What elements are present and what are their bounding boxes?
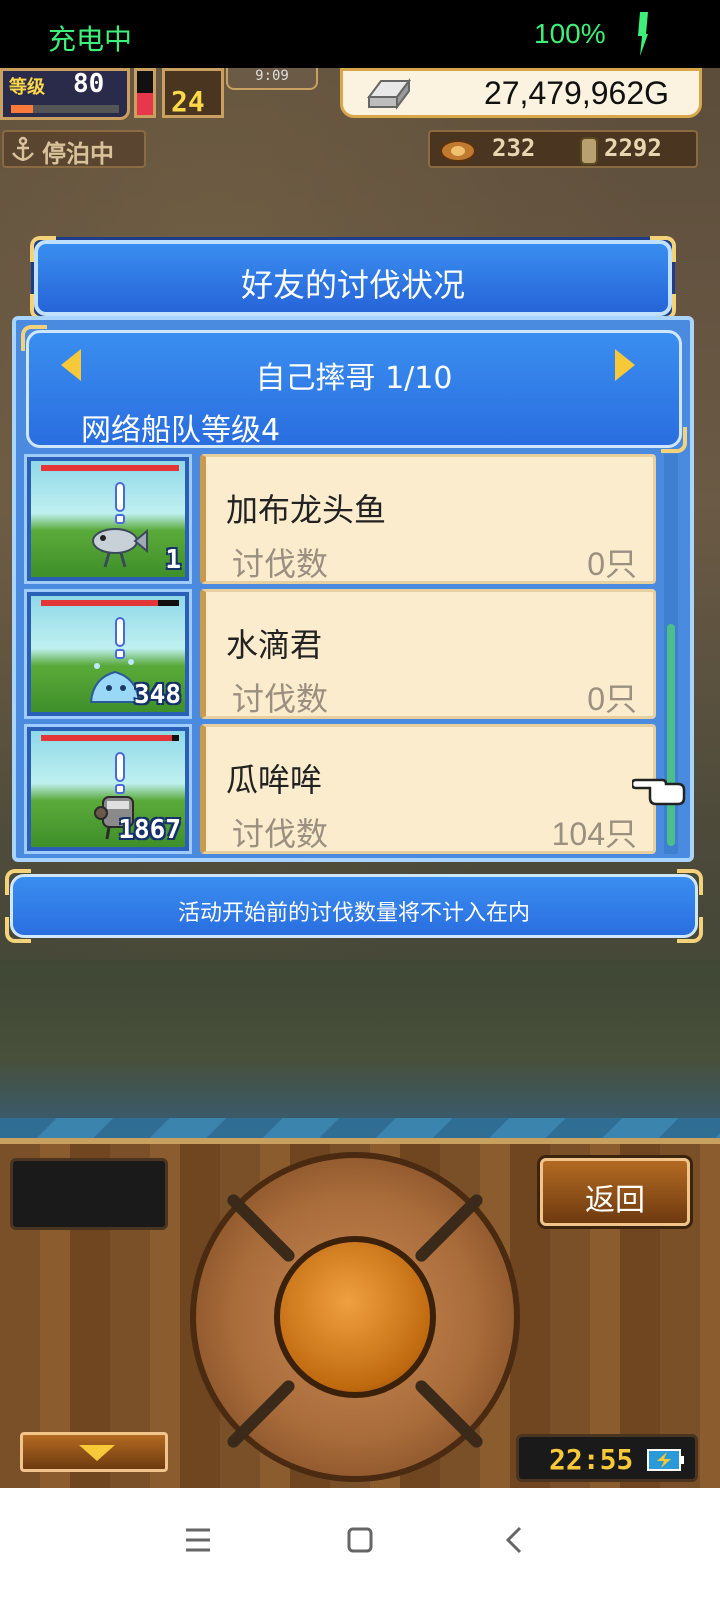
silver-ingot-icon — [367, 78, 411, 110]
controller-panel: 返回 22:55 — [0, 1138, 720, 1488]
resources-panel: 232 2292 — [428, 130, 698, 168]
action-button[interactable] — [274, 1236, 436, 1398]
level-progress-bar — [11, 105, 119, 113]
days-value: 24 — [171, 85, 205, 118]
resource-2-value: 2292 — [604, 134, 662, 162]
kill-count-value: 104只 — [551, 816, 637, 852]
charging-status: 充电中 — [48, 23, 133, 56]
fleet-level: 网络船队等级4 — [81, 413, 281, 448]
monster-hp-bar — [41, 735, 179, 741]
kill-count-value: 0只 — [587, 546, 637, 582]
dial-spoke — [224, 1191, 298, 1265]
dragonhead-fish-sprite-icon — [92, 528, 148, 568]
dial-spoke — [224, 1377, 298, 1451]
monster-hp-bar — [41, 600, 179, 606]
home-icon[interactable] — [336, 1516, 384, 1564]
monster-hp-fill — [41, 735, 173, 741]
frame-corner — [5, 869, 31, 895]
monster-hp-bar — [41, 465, 179, 471]
chevron-down-icon — [79, 1445, 115, 1461]
monster-portrait: 1867 — [24, 724, 192, 854]
gold-amount: 27,479,962G — [483, 75, 669, 111]
battery-charging-icon — [647, 1449, 684, 1471]
portrait-scene: 1867 — [31, 731, 185, 847]
friend-name: 自己摔哥 1/10 — [255, 361, 453, 396]
clock-value: 22:55 — [549, 1443, 634, 1476]
next-friend-arrow-icon[interactable] — [615, 349, 635, 381]
portrait-scene: 1 — [31, 461, 185, 577]
back-label: 返回 — [585, 1183, 645, 1218]
dialog-title-bar: 好友的讨伐状况 — [30, 236, 676, 320]
monster-info-card: 水滴君 讨伐数 0只 — [200, 589, 656, 719]
monster-hp-fill — [41, 600, 159, 606]
frame-corner — [650, 236, 676, 262]
monster-name: 加布龙头鱼 — [226, 491, 387, 529]
level-label: 等级 — [9, 77, 45, 98]
friend-header: 自己摔哥 1/10 网络船队等级4 — [21, 325, 687, 453]
pointing-hand-icon — [632, 778, 686, 806]
frame-corner — [661, 427, 687, 453]
time-panel: 9:09 — [226, 68, 318, 90]
docked-label: 停泊中 — [42, 140, 114, 168]
hp-gauge — [134, 68, 156, 118]
lumber-icon — [580, 137, 598, 165]
monster-info-card: 加布龙头鱼 讨伐数 0只 — [200, 454, 656, 584]
level-progress-fill — [11, 105, 33, 113]
dialog-title: 好友的讨伐状况 — [240, 266, 465, 304]
resource-1-value: 232 — [492, 134, 536, 162]
kill-count-label: 讨伐数 — [232, 815, 329, 853]
monster-count: 1867 — [118, 815, 181, 845]
status-bar: 充电中 100% — [0, 0, 720, 68]
frame-corner — [21, 325, 47, 351]
monster-count: 348 — [134, 680, 181, 710]
docked-status: 停泊中 — [2, 130, 146, 168]
kill-count-value: 0只 — [587, 681, 637, 717]
notice-text: 活动开始前的讨伐数量将不计入在内 — [177, 901, 530, 926]
recent-apps-icon[interactable] — [174, 1516, 222, 1564]
menu-toggle-button[interactable] — [20, 1432, 168, 1472]
scroll-thumb[interactable] — [667, 624, 675, 846]
frame-corner — [677, 869, 703, 895]
battery-percent: 100% — [534, 18, 606, 49]
gold-panel: 27,479,962G — [340, 68, 702, 118]
monster-portrait: 1 — [24, 454, 192, 584]
monster-info-card: 瓜哞哞 讨伐数 104只 — [200, 724, 656, 854]
mini-screen — [10, 1158, 168, 1230]
level-panel: 等级 80 — [0, 68, 130, 120]
monster-count: 1 — [165, 545, 181, 575]
level-value: 80 — [73, 69, 105, 99]
monster-row[interactable]: 1 加布龙头鱼 讨伐数 0只 — [24, 454, 664, 584]
top-hud: 等级 80 24 9:09 27,479,962G — [0, 68, 720, 130]
monster-portrait: 348 — [24, 589, 192, 719]
monster-name: 瓜哞哞 — [226, 761, 323, 799]
secondary-hud: 停泊中 232 2292 — [0, 130, 720, 170]
frame-corner — [30, 236, 56, 262]
time-value: 9:09 — [255, 68, 289, 84]
portrait-scene: 348 — [31, 596, 185, 712]
notice-bar: 活动开始前的讨伐数量将不计入在内 — [5, 869, 703, 943]
monster-row[interactable]: 1867 瓜哞哞 讨伐数 104只 — [24, 724, 664, 854]
game-clock: 22:55 — [516, 1434, 698, 1482]
dial-spoke — [412, 1191, 486, 1265]
monster-hp-fill — [41, 465, 179, 471]
back-nav-icon[interactable] — [490, 1516, 538, 1564]
dial-spoke — [412, 1377, 486, 1451]
friend-hunt-dialog: 自己摔哥 1/10 网络船队等级4 1 加布龙头鱼 讨伐数 0只 348 水滴君… — [12, 316, 694, 862]
kill-count-label: 讨伐数 — [232, 545, 329, 583]
kill-count-label: 讨伐数 — [232, 680, 329, 718]
monster-row[interactable]: 348 水滴君 讨伐数 0只 — [24, 589, 664, 719]
anchor-icon — [12, 136, 34, 161]
days-panel: 24 — [162, 68, 224, 118]
battery-icon — [638, 12, 648, 56]
monster-name: 水滴君 — [226, 626, 323, 664]
ship-food-icon — [440, 140, 476, 162]
back-button[interactable]: 返回 — [540, 1158, 690, 1226]
monster-list[interactable]: 1 加布龙头鱼 讨伐数 0只 348 水滴君 讨伐数 0只 1867 瓜哞哞 讨… — [24, 454, 664, 854]
hp-gauge-fill — [137, 93, 153, 115]
system-nav-bar — [0, 1488, 720, 1600]
direction-dial[interactable] — [190, 1152, 520, 1482]
